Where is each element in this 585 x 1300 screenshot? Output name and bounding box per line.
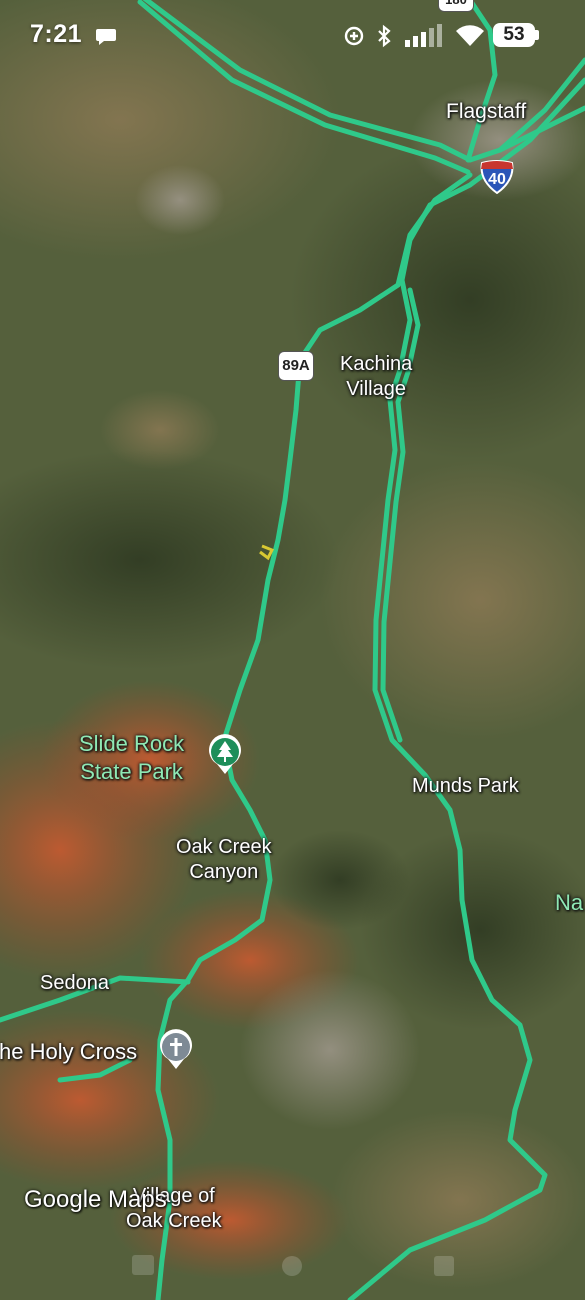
interstate-40-shield: 40 — [479, 160, 515, 195]
label-oak-creek-canyon[interactable]: Oak Creek Canyon — [176, 835, 272, 885]
google-maps-logo: Google Maps — [24, 1186, 167, 1213]
wifi-icon — [456, 25, 484, 46]
nav-back-indicator[interactable] — [434, 1256, 454, 1276]
label-munds-park[interactable]: Munds Park — [412, 774, 519, 799]
label-flagstaff[interactable]: Flagstaff — [446, 99, 526, 124]
data-saver-icon — [344, 26, 364, 46]
label-oak-creek-canyon-line2: Canyon — [189, 861, 259, 883]
label-sedona[interactable]: Sedona — [40, 971, 109, 996]
satellite-map[interactable] — [0, 0, 585, 1300]
chat-bubble-icon — [96, 29, 116, 45]
label-slide-rock-state-park[interactable]: Slide Rock State Park — [79, 730, 184, 786]
nav-recents-indicator[interactable] — [132, 1255, 154, 1275]
signal-bars-icon — [405, 24, 442, 47]
battery-tip — [535, 30, 539, 40]
label-kachina-village[interactable]: Kachina Village — [340, 352, 412, 402]
label-slide-rock-line1: Slide Rock — [79, 731, 185, 756]
bluetooth-icon — [378, 24, 391, 48]
cross-pin-icon[interactable] — [158, 1029, 194, 1071]
interstate-40-number: 40 — [488, 171, 506, 188]
label-oak-creek-canyon-line1: Oak Creek — [176, 836, 272, 858]
nav-home-indicator[interactable] — [282, 1256, 302, 1276]
battery-icon: 53 — [493, 23, 535, 47]
label-slide-rock-line2: State Park — [80, 759, 183, 784]
status-bar: 7:21 53 — [0, 0, 585, 72]
label-national-forest-partial[interactable]: Na — [555, 890, 583, 915]
tree-pin-icon[interactable] — [207, 734, 243, 776]
status-time: 7:21 — [30, 20, 83, 48]
us-180-shield: 180 — [438, 0, 474, 12]
us-89a-shield: 89A — [278, 351, 314, 381]
label-kachina-village-line2: Village — [346, 378, 406, 400]
label-kachina-village-line1: Kachina — [340, 353, 413, 375]
label-holy-cross[interactable]: he Holy Cross — [0, 1039, 137, 1064]
